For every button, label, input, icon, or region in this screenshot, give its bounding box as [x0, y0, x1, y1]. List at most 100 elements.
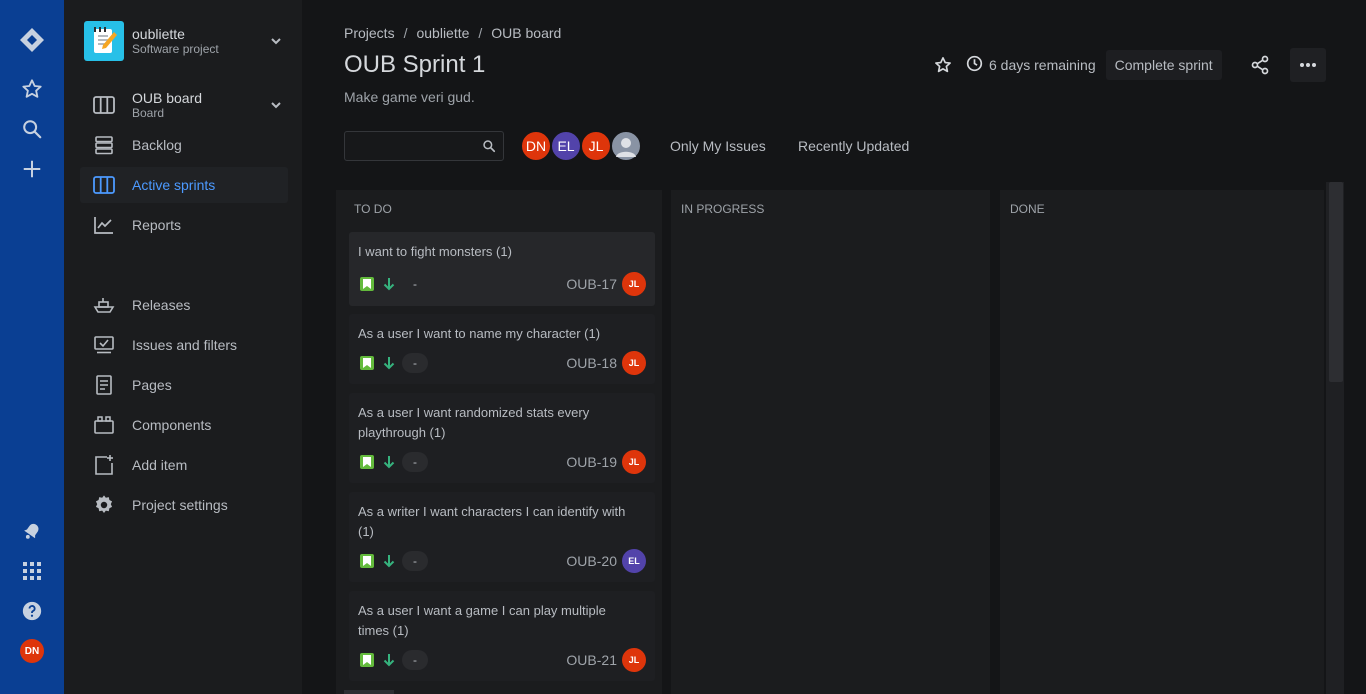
issue-meta: - OUB-18 JL — [360, 351, 646, 375]
sidebar-item-backlog[interactable]: Backlog — [80, 127, 288, 163]
issue-summary: As a writer I want characters I can iden… — [358, 504, 626, 539]
issues-icon — [92, 333, 116, 357]
ship-icon — [92, 293, 116, 317]
column-title: DONE — [1010, 202, 1045, 216]
sprint-goal: Make game veri gud. — [344, 89, 475, 105]
clock-icon — [966, 55, 983, 75]
issue-meta: - OUB-21 JL — [360, 648, 646, 672]
sidebar-item-label: Reports — [132, 217, 182, 233]
issue-key[interactable]: OUB-17 — [566, 276, 617, 292]
plus-icon[interactable] — [17, 154, 47, 184]
component-icon — [92, 413, 116, 437]
issue-summary: As a user I want to name my character (1… — [358, 326, 601, 341]
issue-summary: As a user I want randomized stats every … — [358, 405, 590, 440]
column-in-progress: IN PROGRESS — [671, 190, 990, 694]
sidebar-item-components[interactable]: Components — [80, 407, 288, 443]
issue-card[interactable]: As a user I want a game I can play multi… — [349, 591, 655, 681]
assignee-avatar: JL — [622, 272, 646, 296]
add-item-icon — [92, 453, 116, 477]
search-icon — [475, 139, 503, 153]
assignee-avatar: JL — [622, 450, 646, 474]
project-avatar — [84, 21, 124, 61]
priority-low-icon — [382, 356, 396, 370]
board-switcher[interactable]: OUB board Board — [92, 88, 284, 122]
sidebar-item-label: Components — [132, 417, 212, 433]
avatar[interactable] — [610, 130, 642, 162]
board-name: OUB board — [132, 90, 203, 106]
avatar[interactable]: JL — [580, 130, 612, 162]
sidebar-item-label: Releases — [132, 297, 191, 313]
share-icon[interactable] — [1248, 53, 1272, 77]
story-icon — [360, 356, 374, 370]
priority-low-icon — [382, 653, 396, 667]
search-input[interactable] — [345, 132, 475, 160]
app-switcher-icon[interactable] — [17, 556, 47, 586]
issue-key[interactable]: OUB-19 — [566, 454, 617, 470]
sidebar-item-pages[interactable]: Pages — [80, 367, 288, 403]
board-icon — [92, 173, 116, 197]
quick-filter-recently-updated[interactable]: Recently Updated — [798, 135, 909, 157]
assignee-avatar: JL — [622, 351, 646, 375]
breadcrumb-project[interactable]: oubliette — [416, 25, 469, 41]
board-scrollbar[interactable] — [1326, 182, 1344, 694]
avatar[interactable]: DN — [520, 130, 552, 162]
chart-icon — [92, 213, 116, 237]
sidebar-item-add-item[interactable]: Add item — [80, 447, 288, 483]
issue-card[interactable]: I want to fight monsters (1) - OUB-17 JL — [349, 232, 655, 306]
more-options-icon[interactable] — [1290, 48, 1326, 82]
quick-filter-only-my-issues[interactable]: Only My Issues — [670, 135, 766, 157]
story-points-badge: - — [402, 452, 428, 472]
default-user-icon — [616, 138, 636, 157]
assignee-avatar: EL — [622, 549, 646, 573]
project-switcher[interactable]: oubliette Software project — [84, 20, 284, 62]
breadcrumb-projects[interactable]: Projects — [344, 25, 395, 41]
sprint-time-remaining: 6 days remaining — [966, 55, 1096, 75]
story-icon — [360, 554, 374, 568]
user-avatar[interactable]: DN — [20, 639, 44, 663]
page-title: OUB Sprint 1 — [344, 51, 486, 78]
story-icon — [360, 277, 374, 291]
star-icon[interactable] — [17, 74, 47, 104]
project-name: oubliette — [132, 26, 185, 42]
column-title: TO DO — [354, 202, 392, 216]
issue-key[interactable]: OUB-18 — [566, 355, 617, 371]
project-sidebar: oubliette Software project OUB board Boa… — [64, 0, 302, 694]
issue-key[interactable]: OUB-20 — [566, 553, 617, 569]
chevron-down-icon — [268, 97, 284, 113]
sidebar-item-project-settings[interactable]: Project settings — [80, 487, 288, 523]
issue-meta: - OUB-20 EL — [360, 549, 646, 573]
issue-card[interactable]: As a writer I want characters I can iden… — [349, 492, 655, 582]
search-icon[interactable] — [17, 114, 47, 144]
issue-summary: I want to fight monsters (1) — [358, 244, 512, 259]
sidebar-item-releases[interactable]: Releases — [80, 287, 288, 323]
issue-card[interactable]: As a user I want randomized stats every … — [349, 393, 655, 483]
story-points-badge: - — [402, 650, 428, 670]
board-type: Board — [132, 106, 165, 120]
avatar[interactable]: EL — [550, 130, 582, 162]
breadcrumb-separator: / — [403, 25, 408, 41]
priority-low-icon — [382, 554, 396, 568]
priority-low-icon — [382, 277, 396, 291]
help-icon[interactable] — [17, 596, 47, 626]
column-todo: TO DO I want to fight monsters (1) - OUB… — [336, 190, 662, 694]
horizontal-scrollbar[interactable] — [344, 690, 394, 694]
jira-logo-icon[interactable] — [17, 25, 47, 55]
star-icon[interactable] — [932, 54, 954, 76]
story-points-badge: - — [413, 277, 417, 291]
sidebar-item-issues-and-filters[interactable]: Issues and filters — [80, 327, 288, 363]
notifications-icon[interactable] — [17, 516, 47, 546]
issue-key[interactable]: OUB-21 — [566, 652, 617, 668]
gear-icon — [92, 493, 116, 517]
breadcrumb-board[interactable]: OUB board — [491, 25, 561, 41]
issue-card[interactable]: As a user I want to name my character (1… — [349, 314, 655, 384]
sidebar-item-active-sprints[interactable]: Active sprints — [80, 167, 288, 203]
issue-meta: - OUB-17 JL — [360, 272, 646, 296]
header-actions: 6 days remaining Complete sprint — [932, 50, 1222, 80]
story-points-badge: - — [402, 353, 428, 373]
main-content: Projects / oubliette / OUB board OUB Spr… — [302, 0, 1366, 694]
scrollbar-thumb[interactable] — [1329, 182, 1343, 382]
page-icon — [92, 373, 116, 397]
sidebar-item-reports[interactable]: Reports — [80, 207, 288, 243]
complete-sprint-button[interactable]: Complete sprint — [1105, 50, 1222, 80]
project-type: Software project — [132, 42, 219, 56]
